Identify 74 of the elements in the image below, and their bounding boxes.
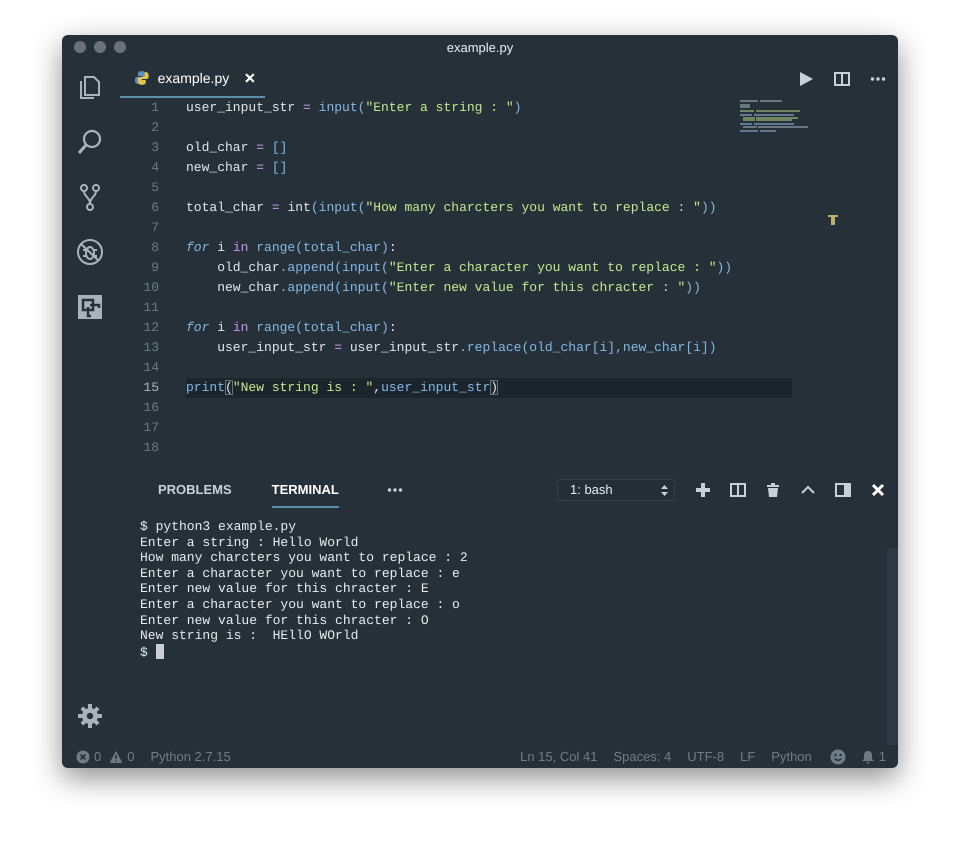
line-number: 8 [150, 239, 160, 258]
interpreter-label[interactable]: Python 2.7.15 [150, 746, 231, 766]
line-number: 4 [150, 159, 160, 178]
line-number: 9 [150, 259, 160, 278]
scrollbar-thumb[interactable] [887, 548, 898, 745]
code-line: total_char = int(input("How many charcters you want to replace : ")) [186, 199, 718, 217]
toggle-sidebar-icon[interactable] [835, 482, 851, 498]
search-icon[interactable] [76, 128, 104, 156]
smiley-icon[interactable] [830, 748, 846, 764]
terminal-line: Enter a character you want to replace : e [140, 566, 461, 582]
indentation-label[interactable]: Spaces: 4 [613, 746, 672, 766]
line-number: 7 [150, 219, 160, 238]
code-line: user_input_str = input("Enter a string : ") [186, 99, 522, 117]
run-icon[interactable] [798, 71, 814, 87]
warning-icon [109, 750, 124, 764]
debug-icon[interactable] [76, 238, 104, 266]
line-number: 10 [142, 279, 160, 298]
error-icon [76, 750, 90, 764]
code-line: new_char = [] [186, 159, 288, 177]
line-number: 11 [142, 299, 160, 318]
extensions-icon[interactable] [76, 293, 104, 321]
select-arrows-icon [661, 484, 668, 496]
window-title: example.py [446, 38, 514, 57]
encoding-label[interactable]: UTF-8 [687, 746, 724, 766]
terminal-line: Enter a string : Hello World [140, 534, 360, 550]
minimize-window-button[interactable] [94, 41, 106, 53]
add-terminal-icon[interactable] [695, 482, 711, 498]
panel-tab[interactable]: TERMINAL [272, 472, 339, 508]
split-terminal-icon[interactable] [730, 482, 746, 498]
terminal-line: Enter a character you want to replace : o [140, 596, 461, 613]
close-tab-icon[interactable] [245, 73, 255, 83]
line-number: 14 [142, 359, 160, 378]
trash-icon[interactable] [765, 482, 781, 498]
line-ending-label[interactable]: LF [740, 746, 756, 766]
terminal-select[interactable]: 1: bash [557, 479, 675, 501]
line-number: 1 [150, 99, 160, 118]
line-number: 6 [150, 199, 160, 218]
line-number: 17 [142, 419, 160, 438]
line-number: 18 [142, 439, 160, 458]
terminal-line: $ python3 example.py [140, 519, 298, 535]
terminal-line: Enter new value for this chracter : E [140, 581, 430, 597]
overview-ruler-mark [828, 215, 838, 225]
code-line: for i in range(total_char): [186, 239, 398, 257]
zoom-window-button[interactable] [114, 41, 126, 53]
line-number: 5 [150, 179, 160, 198]
terminal-line: New string is : HEllO WOrld [140, 628, 360, 644]
line-number: 13 [142, 339, 160, 358]
close-icon[interactable] [870, 482, 886, 498]
close-window-button[interactable] [74, 41, 86, 53]
terminal-line: Enter new value for this chracter : O [140, 612, 430, 628]
settings-icon[interactable] [76, 702, 104, 730]
line-number: 2 [150, 119, 160, 138]
notification-count[interactable]: 1 [878, 746, 886, 766]
language-label[interactable]: Python [771, 746, 812, 766]
code-line: for i in range(total_char): [186, 319, 398, 337]
warning-count[interactable]: 0 [127, 746, 134, 766]
split-editor-icon[interactable] [834, 71, 850, 87]
bell-icon[interactable] [860, 750, 875, 764]
line-number: 3 [150, 139, 160, 158]
line-number: 16 [142, 399, 160, 418]
file-tab[interactable]: example.py [120, 60, 265, 98]
code-line: old_char = [] [186, 139, 288, 157]
terminal-line: How many charcters you want to replace : 2 [140, 550, 469, 566]
python-file-icon [134, 70, 150, 86]
code-line: user_input_str = user_input_str.replace(old_char[i],new_char[i]) [216, 339, 718, 357]
line-number: 12 [142, 319, 160, 338]
cursor-position[interactable]: Ln 15, Col 41 [520, 746, 598, 766]
code-line: new_char.append(input("Enter new value for this chracter : ")) [216, 279, 702, 297]
code-line: old_char.append(input("Enter a character you want to replace : ")) [216, 259, 734, 277]
error-count[interactable]: 0 [94, 746, 102, 766]
terminal-prompt: $ [140, 644, 148, 660]
panel-tab[interactable]: PROBLEMS [158, 472, 232, 508]
more-views-icon[interactable] [386, 487, 403, 493]
line-number: 15 [142, 379, 160, 398]
